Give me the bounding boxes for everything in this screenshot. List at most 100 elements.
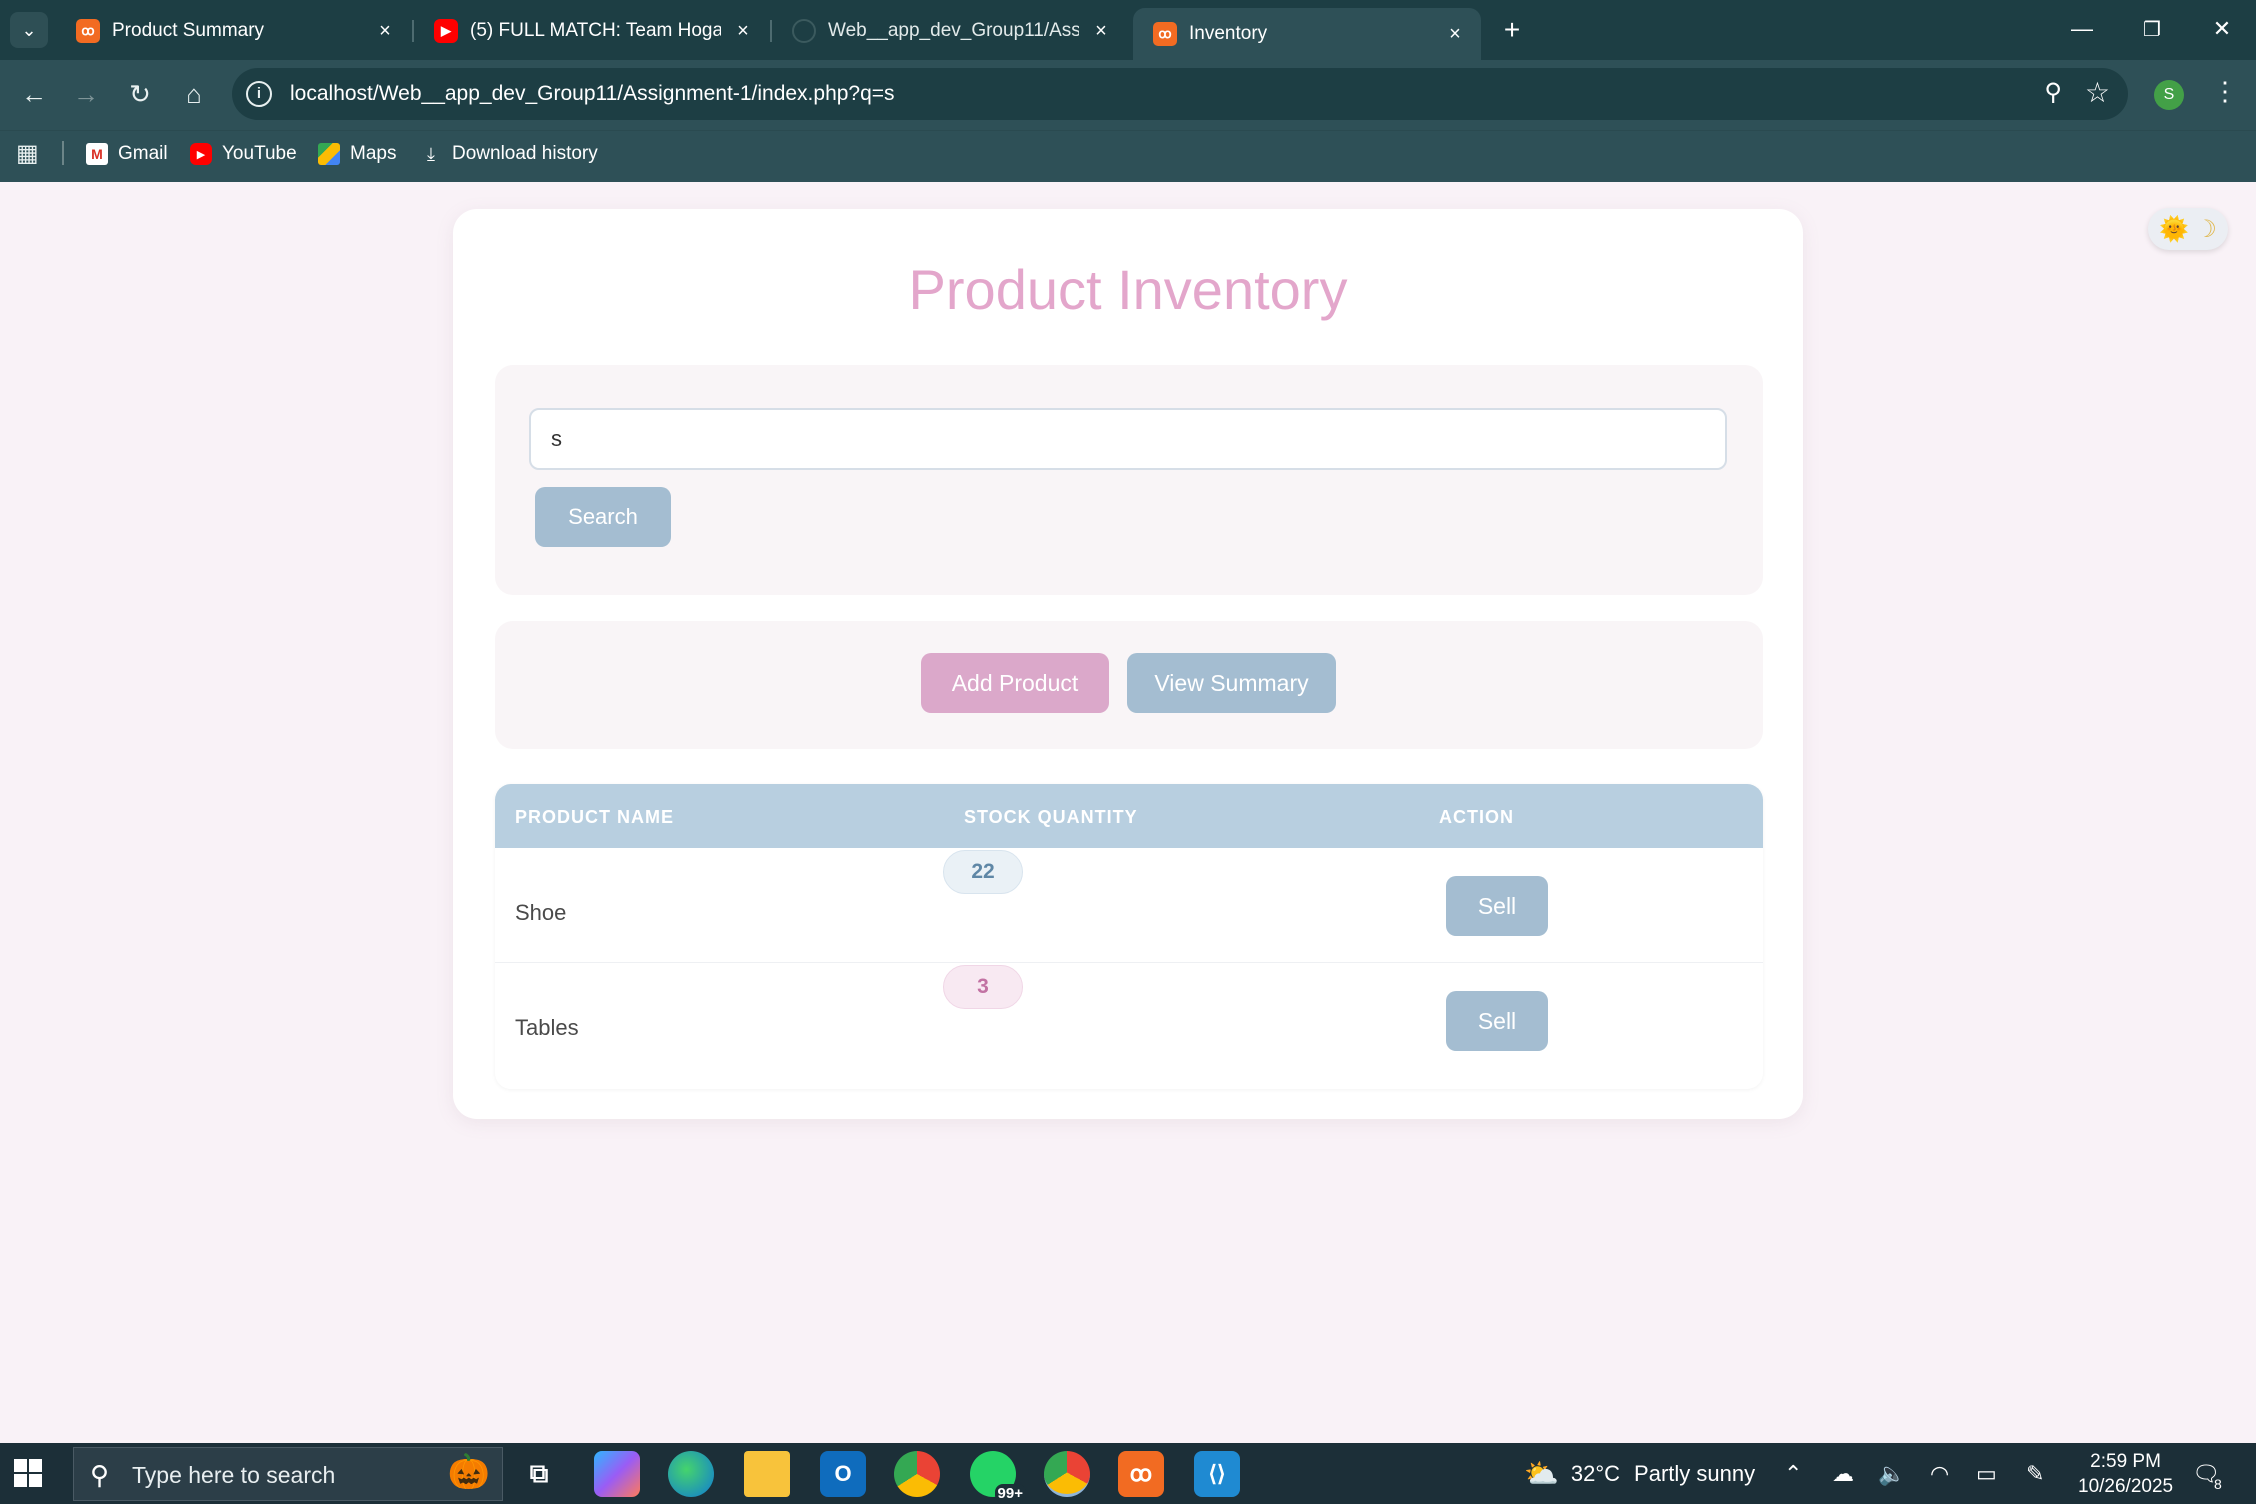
table-header: PRODUCT NAME STOCK QUANTITY ACTION: [495, 784, 1763, 848]
bookmark-gmail[interactable]: M Gmail: [86, 137, 168, 171]
forward-button[interactable]: →: [64, 72, 108, 116]
product-name: Tables: [515, 1015, 579, 1040]
view-summary-button[interactable]: View Summary: [1127, 653, 1336, 713]
weather-temp: 32°C: [1570, 1460, 1621, 1486]
column-header-stock-quantity: STOCK QUANTITY: [964, 807, 1138, 827]
wifi-icon[interactable]: ◠: [1930, 1443, 1949, 1504]
bookmark-download-history[interactable]: ⤓ Download history: [420, 137, 598, 171]
chrome-icon[interactable]: [894, 1451, 940, 1497]
bookmark-label: YouTube: [222, 143, 297, 164]
add-product-button[interactable]: Add Product: [921, 653, 1109, 713]
moon-icon[interactable]: ☽: [2195, 215, 2217, 244]
tab-product-summary[interactable]: ꝏ Product Summary ×: [56, 10, 411, 52]
whatsapp-icon[interactable]: 99+: [970, 1451, 1026, 1503]
inventory-card: Product Inventory Search Add Product Vie…: [453, 209, 1803, 1119]
taskbar-clock[interactable]: 2:59 PM 10/26/2025: [2078, 1449, 2173, 1499]
search-button[interactable]: Search: [535, 487, 671, 547]
close-icon[interactable]: ×: [1089, 20, 1113, 43]
youtube-icon: ▶: [434, 19, 458, 43]
tab-github[interactable]: Web__app_dev_Group11/Assignm ×: [772, 10, 1127, 52]
copilot-icon[interactable]: [594, 1451, 640, 1497]
table-row: Tables 3 Sell: [495, 963, 1763, 1078]
search-panel: Search: [495, 365, 1763, 595]
restore-button[interactable]: ❐: [2122, 8, 2182, 50]
inventory-table: PRODUCT NAME STOCK QUANTITY ACTION Shoe …: [495, 784, 1763, 1089]
action-panel: Add Product View Summary: [495, 621, 1763, 749]
volume-icon[interactable]: 🔈: [1878, 1443, 1905, 1504]
xampp-icon[interactable]: ꝏ: [1118, 1451, 1164, 1497]
notifications-icon[interactable]: 🗨 8: [2192, 1443, 2222, 1504]
bookmark-label: Maps: [350, 143, 397, 164]
minimize-button[interactable]: —: [2052, 8, 2112, 50]
close-icon[interactable]: ×: [373, 20, 397, 43]
theme-toggle[interactable]: 🌞 ☽: [2148, 208, 2228, 250]
clock-date: 10/26/2025: [2078, 1476, 2174, 1497]
chrome-profile-icon[interactable]: [1044, 1451, 1090, 1497]
clock-time: 2:59 PM: [2090, 1451, 2161, 1472]
whatsapp-badge: 99+: [994, 1484, 1026, 1503]
gmail-icon: M: [86, 143, 108, 165]
taskbar-search[interactable]: ⚲ Type here to search 🎃: [73, 1447, 503, 1501]
battery-icon[interactable]: ▭: [1976, 1443, 1997, 1504]
sell-button[interactable]: Sell: [1446, 991, 1548, 1051]
weather-icon: ⛅: [1524, 1458, 1559, 1489]
edge-icon[interactable]: [668, 1451, 714, 1497]
github-icon: [792, 19, 816, 43]
task-view-icon[interactable]: ⧉: [516, 1451, 562, 1497]
url-text[interactable]: localhost/Web__app_dev_Group11/Assignmen…: [290, 82, 895, 106]
tab-inventory[interactable]: ꝏ Inventory ×: [1133, 8, 1481, 60]
sell-button[interactable]: Sell: [1446, 876, 1548, 936]
tab-youtube[interactable]: ▶ (5) FULL MATCH: Team Hogan vs ×: [414, 10, 769, 52]
download-icon: ⤓: [427, 143, 435, 164]
table-row: Shoe 22 Sell: [495, 848, 1763, 963]
xampp-icon: ꝏ: [76, 19, 100, 43]
bookmark-divider: [62, 141, 64, 165]
reload-button[interactable]: ↻: [118, 72, 162, 116]
page-title: Product Inventory: [908, 258, 1348, 321]
new-tab-button[interactable]: +: [1494, 12, 1530, 48]
onedrive-icon[interactable]: ☁: [1832, 1443, 1854, 1504]
bookmark-label: Download history: [452, 143, 598, 164]
tab-title: (5) FULL MATCH: Team Hogan vs: [470, 20, 721, 41]
bookmark-maps[interactable]: Maps: [318, 137, 396, 171]
youtube-icon: ▶: [190, 143, 212, 165]
search-input[interactable]: [529, 408, 1727, 470]
search-icon: ⚲: [90, 1460, 110, 1490]
column-header-action: ACTION: [1439, 807, 1514, 827]
xampp-icon: ꝏ: [1153, 22, 1177, 46]
site-info-icon[interactable]: i: [246, 81, 272, 107]
back-button[interactable]: ←: [12, 72, 56, 116]
notification-count: 8: [2213, 1475, 2222, 1492]
close-icon[interactable]: ×: [731, 20, 755, 43]
sun-icon[interactable]: 🌞: [2159, 215, 2189, 244]
profile-avatar[interactable]: S: [2154, 80, 2184, 110]
tab-title: Inventory: [1189, 23, 1268, 44]
weather-condition: Partly sunny: [1634, 1460, 1756, 1486]
pen-icon[interactable]: ✎: [2026, 1443, 2044, 1504]
tab-title: Product Summary: [112, 20, 265, 41]
outlook-icon[interactable]: O: [820, 1451, 866, 1497]
stock-quantity-badge: 22: [943, 850, 1023, 894]
bookmark-star-icon[interactable]: ☆: [2085, 76, 2110, 109]
product-name: Shoe: [515, 900, 567, 925]
apps-grid-icon[interactable]: ▦: [16, 139, 39, 168]
address-bar[interactable]: i localhost/Web__app_dev_Group11/Assignm…: [232, 68, 2128, 120]
pumpkin-icon: 🎃: [447, 1453, 490, 1491]
menu-icon[interactable]: ⋮: [2212, 76, 2238, 107]
column-header-product-name: PRODUCT NAME: [515, 807, 674, 827]
windows-start-icon[interactable]: [14, 1459, 42, 1487]
vscode-icon[interactable]: ⟨⟩: [1194, 1451, 1240, 1497]
close-icon[interactable]: ×: [1443, 23, 1467, 46]
home-button[interactable]: ⌂: [172, 72, 216, 116]
show-hidden-icons[interactable]: ⌃: [1784, 1443, 1802, 1504]
tab-search-button[interactable]: ⌄: [10, 12, 48, 48]
windows-taskbar: ⚲ Type here to search 🎃 ⧉ O 99+ ꝏ ⟨⟩ ⛅ 3…: [0, 1443, 2256, 1504]
bookmark-label: Gmail: [118, 143, 168, 164]
close-window-button[interactable]: ✕: [2192, 8, 2252, 50]
stock-quantity-badge: 3: [943, 965, 1023, 1009]
file-explorer-icon[interactable]: [744, 1451, 790, 1497]
zoom-icon[interactable]: ⚲: [2044, 78, 2062, 107]
tab-strip: ⌄ ꝏ Product Summary × ▶ (5) FULL MATCH: …: [0, 0, 2256, 60]
weather-widget[interactable]: ⛅ 32°C Partly sunny: [1524, 1443, 1755, 1504]
bookmark-youtube[interactable]: ▶ YouTube: [190, 137, 297, 171]
